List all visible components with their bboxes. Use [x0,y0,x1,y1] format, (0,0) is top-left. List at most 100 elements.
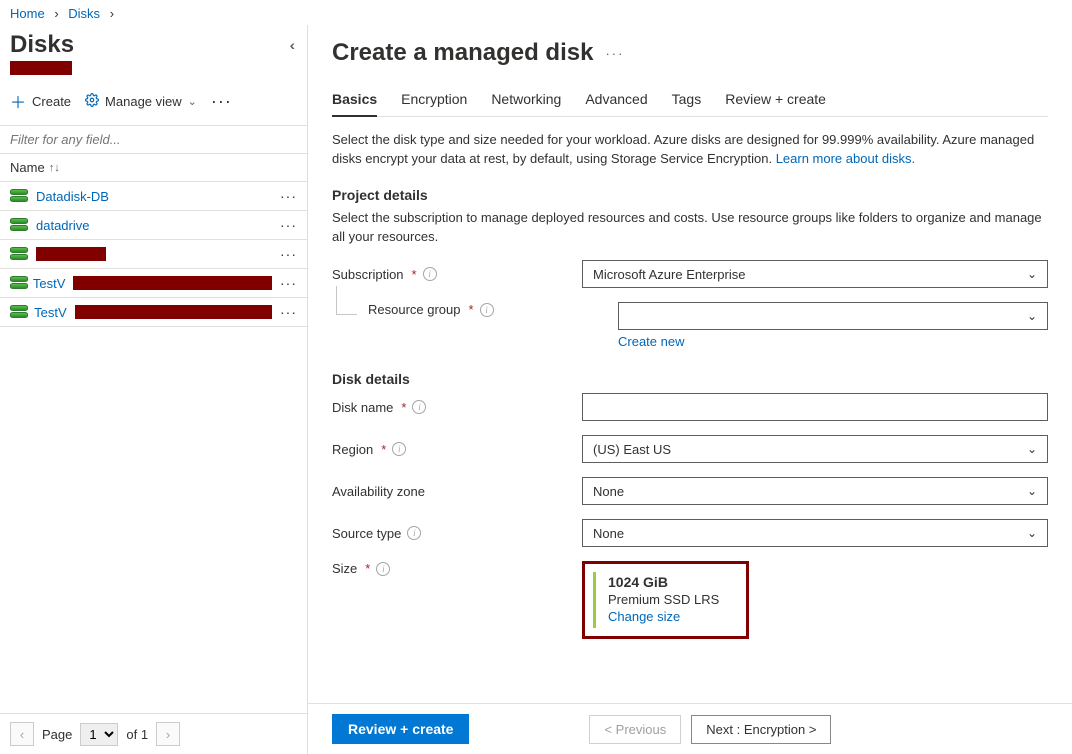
row-more-button[interactable]: ··· [280,246,297,262]
availability-zone-select[interactable]: None ⌄ [582,477,1048,505]
info-icon[interactable]: i [407,526,421,540]
pager: ‹ Page 1 of 1 › [0,713,307,754]
availability-zone-label: Availability zone [332,484,425,499]
info-icon[interactable]: i [423,267,437,281]
source-type-value: None [593,526,624,541]
row-more-button[interactable]: ··· [280,217,297,233]
required-icon: * [401,400,406,415]
disk-icon [10,276,25,290]
wizard-footer: Review + create < Previous Next : Encryp… [308,703,1072,754]
source-type-label: Source type [332,526,401,541]
tab-review-create[interactable]: Review + create [725,85,826,116]
disk-icon [10,247,28,261]
required-icon: * [365,561,370,576]
tab-advanced[interactable]: Advanced [585,85,647,116]
required-icon: * [412,267,417,282]
page-more-button[interactable]: ··· [605,46,624,61]
row-more-button[interactable]: ··· [280,304,297,320]
previous-button[interactable]: < Previous [589,715,681,744]
disk-name[interactable]: Datadisk-DB [36,189,109,204]
filter-input[interactable] [0,126,307,154]
breadcrumb-home[interactable]: Home [10,6,45,21]
plus-icon: ＋ [10,89,26,113]
region-label: Region [332,442,373,457]
change-size-link[interactable]: Change size [608,609,680,624]
column-name-header: Name [10,160,45,175]
left-subtitle-redacted [10,61,72,75]
main-panel: Create a managed disk ··· BasicsEncrypti… [308,25,1072,754]
info-icon[interactable]: i [376,562,390,576]
size-value: 1024 GiB [608,574,726,590]
list-item[interactable]: TestV··· [0,298,307,327]
subscription-select[interactable]: Microsoft Azure Enterprise ⌄ [582,260,1048,288]
tab-basics[interactable]: Basics [332,85,377,117]
project-details-title: Project details [332,187,1048,203]
info-icon[interactable]: i [392,442,406,456]
disk-icon [10,305,26,319]
availability-zone-value: None [593,484,624,499]
disk-name[interactable]: datadrive [36,218,89,233]
pager-page-select[interactable]: 1 [80,723,118,746]
create-label: Create [32,94,71,109]
resource-group-label: Resource group [368,302,461,317]
chevron-down-icon: ⌄ [188,95,197,108]
required-icon: * [469,302,474,317]
chevron-right-icon: › [104,6,120,21]
breadcrumb: Home › Disks › [0,0,1072,25]
row-more-button[interactable]: ··· [280,275,297,291]
tab-bar: Basics Encryption Networking Advanced Tags Re… [332,85,1048,117]
more-actions-button[interactable]: ··· [211,91,232,112]
list-item[interactable]: datadrive ··· [0,211,307,240]
learn-more-link[interactable]: Learn more about disks. [776,151,915,166]
gear-icon [85,93,99,110]
collapse-panel-icon[interactable]: ‹‹ [290,37,295,53]
create-button[interactable]: ＋ Create [10,89,71,113]
row-more-button[interactable]: ··· [280,188,297,204]
subscription-label: Subscription [332,267,404,282]
list-header[interactable]: Name ↑↓ [0,154,307,182]
disk-icon [10,218,28,232]
filter-row [0,125,307,154]
sort-ascending-icon: ↑↓ [49,162,60,174]
list-item[interactable]: TestV··· [0,269,307,298]
pager-next-button[interactable]: › [156,722,180,746]
disk-icon [10,189,28,203]
disk-name-input[interactable] [582,393,1048,421]
list-item[interactable]: Datadisk-DB ··· [0,182,307,211]
redacted-text [36,247,106,261]
list-item[interactable]: ··· [0,240,307,269]
review-create-button[interactable]: Review + create [332,714,469,744]
region-value: (US) East US [593,442,671,457]
manage-view-button[interactable]: Manage view ⌄ [85,93,197,110]
info-icon[interactable]: i [412,400,426,414]
pager-page-label: Page [42,727,72,742]
breadcrumb-disks[interactable]: Disks [68,6,100,21]
tab-networking[interactable]: Networking [491,85,561,116]
tab-encryption[interactable]: Encryption [401,85,467,116]
source-type-select[interactable]: None ⌄ [582,519,1048,547]
disk-name-label: Disk name [332,400,393,415]
pager-of-label: of 1 [126,727,148,742]
left-toolbar: ＋ Create Manage view ⌄ ··· [0,75,307,123]
left-panel: Disks ‹‹ ＋ Create Manage view [0,25,308,754]
left-title: Disks [10,31,74,59]
required-icon: * [381,442,386,457]
intro-text: Select the disk type and size needed for… [332,131,1048,169]
redacted-text [75,305,272,319]
size-highlight-box: 1024 GiB Premium SSD LRS Change size [582,561,749,639]
create-new-link[interactable]: Create new [618,334,684,349]
info-icon[interactable]: i [480,303,494,317]
project-details-desc: Select the subscription to manage deploy… [332,209,1048,247]
tab-tags[interactable]: Tags [672,85,702,116]
region-select[interactable]: (US) East US ⌄ [582,435,1048,463]
disk-list: Datadisk-DB···datadrive······TestV···Tes… [0,182,307,713]
pager-prev-button[interactable]: ‹ [10,722,34,746]
chevron-down-icon: ⌄ [1027,526,1037,540]
resource-group-select[interactable]: ⌄ [618,302,1048,330]
next-button[interactable]: Next : Encryption > [691,715,831,744]
size-block: 1024 GiB Premium SSD LRS Change size [593,572,738,628]
chevron-down-icon: ⌄ [1027,309,1037,323]
chevron-down-icon: ⌄ [1027,267,1037,281]
chevron-right-icon: › [48,6,64,21]
manage-view-label: Manage view [105,94,182,109]
